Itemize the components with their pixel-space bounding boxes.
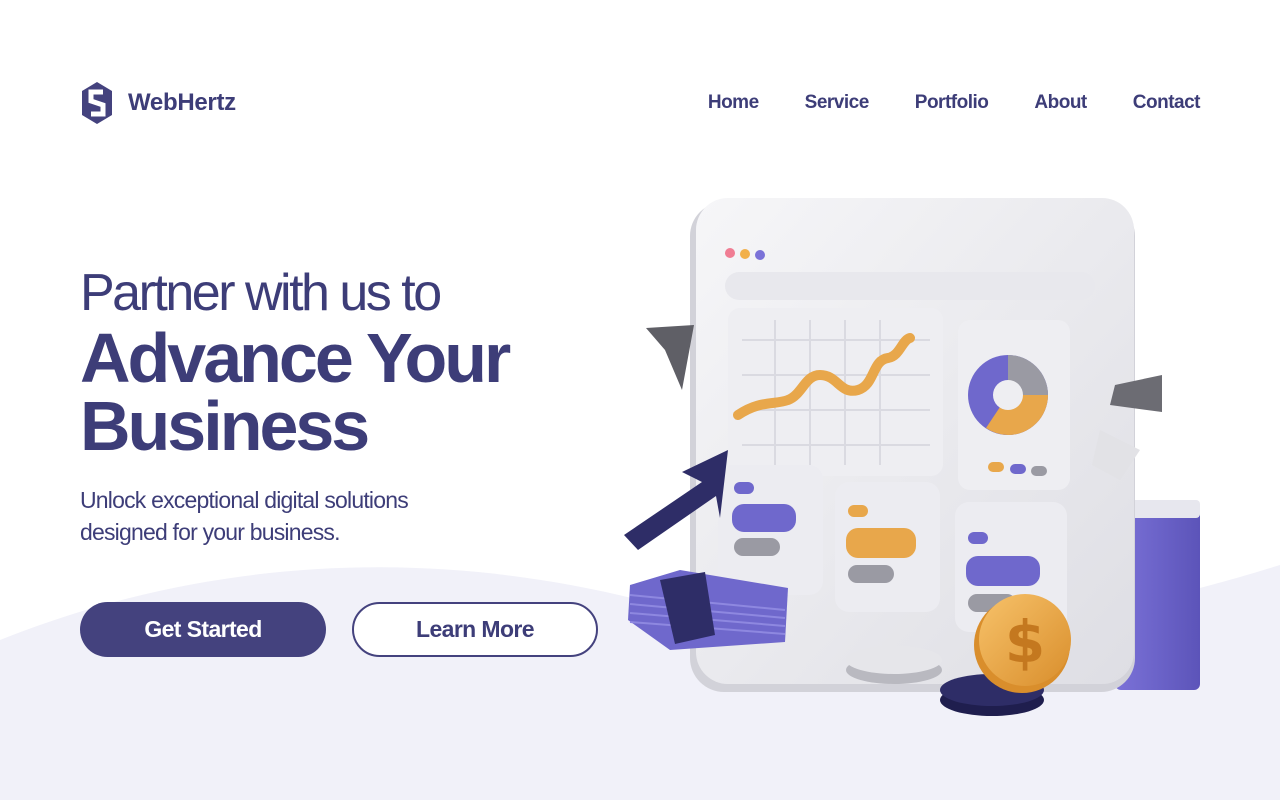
main-nav: Home Service Portfolio About Contact bbox=[708, 92, 1201, 114]
hero-title-line-1: Advance Your bbox=[80, 319, 511, 397]
window-dot-purple-icon bbox=[755, 250, 765, 260]
hero-subtitle-line-1: Unlock exceptional digital solutions bbox=[80, 487, 409, 513]
brand[interactable]: WebHertz bbox=[80, 80, 236, 126]
nav-about[interactable]: About bbox=[1034, 92, 1087, 114]
silver-coin-icon bbox=[846, 646, 942, 684]
line-chart-card bbox=[728, 308, 943, 476]
svg-text:$: $ bbox=[1005, 608, 1045, 676]
hexagon-s-logo-icon bbox=[82, 82, 112, 124]
nav-service[interactable]: Service bbox=[805, 92, 870, 114]
window-dot-yellow-icon bbox=[740, 249, 750, 259]
site-header: WebHertz Home Service Portfolio About Co… bbox=[80, 78, 1201, 128]
widget-card-purple bbox=[718, 465, 823, 595]
hero-subtitle-line-2: designed for your business. bbox=[80, 519, 340, 545]
learn-more-button[interactable]: Learn More bbox=[352, 602, 598, 657]
nav-home[interactable]: Home bbox=[708, 92, 759, 114]
widget-card-orange bbox=[835, 482, 940, 612]
get-started-button[interactable]: Get Started bbox=[80, 602, 326, 657]
brand-name: WebHertz bbox=[128, 89, 236, 116]
floating-shard-left bbox=[646, 325, 694, 390]
dashboard-illustration: $ bbox=[624, 198, 1200, 716]
hero-title-line-2: Business bbox=[80, 387, 370, 465]
hero-buttons: Get Started Learn More bbox=[80, 602, 598, 657]
hero-subtitle: Unlock exceptional digital solutions des… bbox=[80, 484, 440, 548]
hero-kicker: Partner with us to bbox=[80, 264, 442, 322]
nav-contact[interactable]: Contact bbox=[1133, 92, 1201, 114]
pie-chart-card bbox=[958, 320, 1070, 490]
window-dot-red-icon bbox=[725, 248, 735, 258]
nav-portfolio[interactable]: Portfolio bbox=[915, 92, 989, 114]
hero-section: Partner with us to Advance Your Business… bbox=[80, 262, 620, 548]
